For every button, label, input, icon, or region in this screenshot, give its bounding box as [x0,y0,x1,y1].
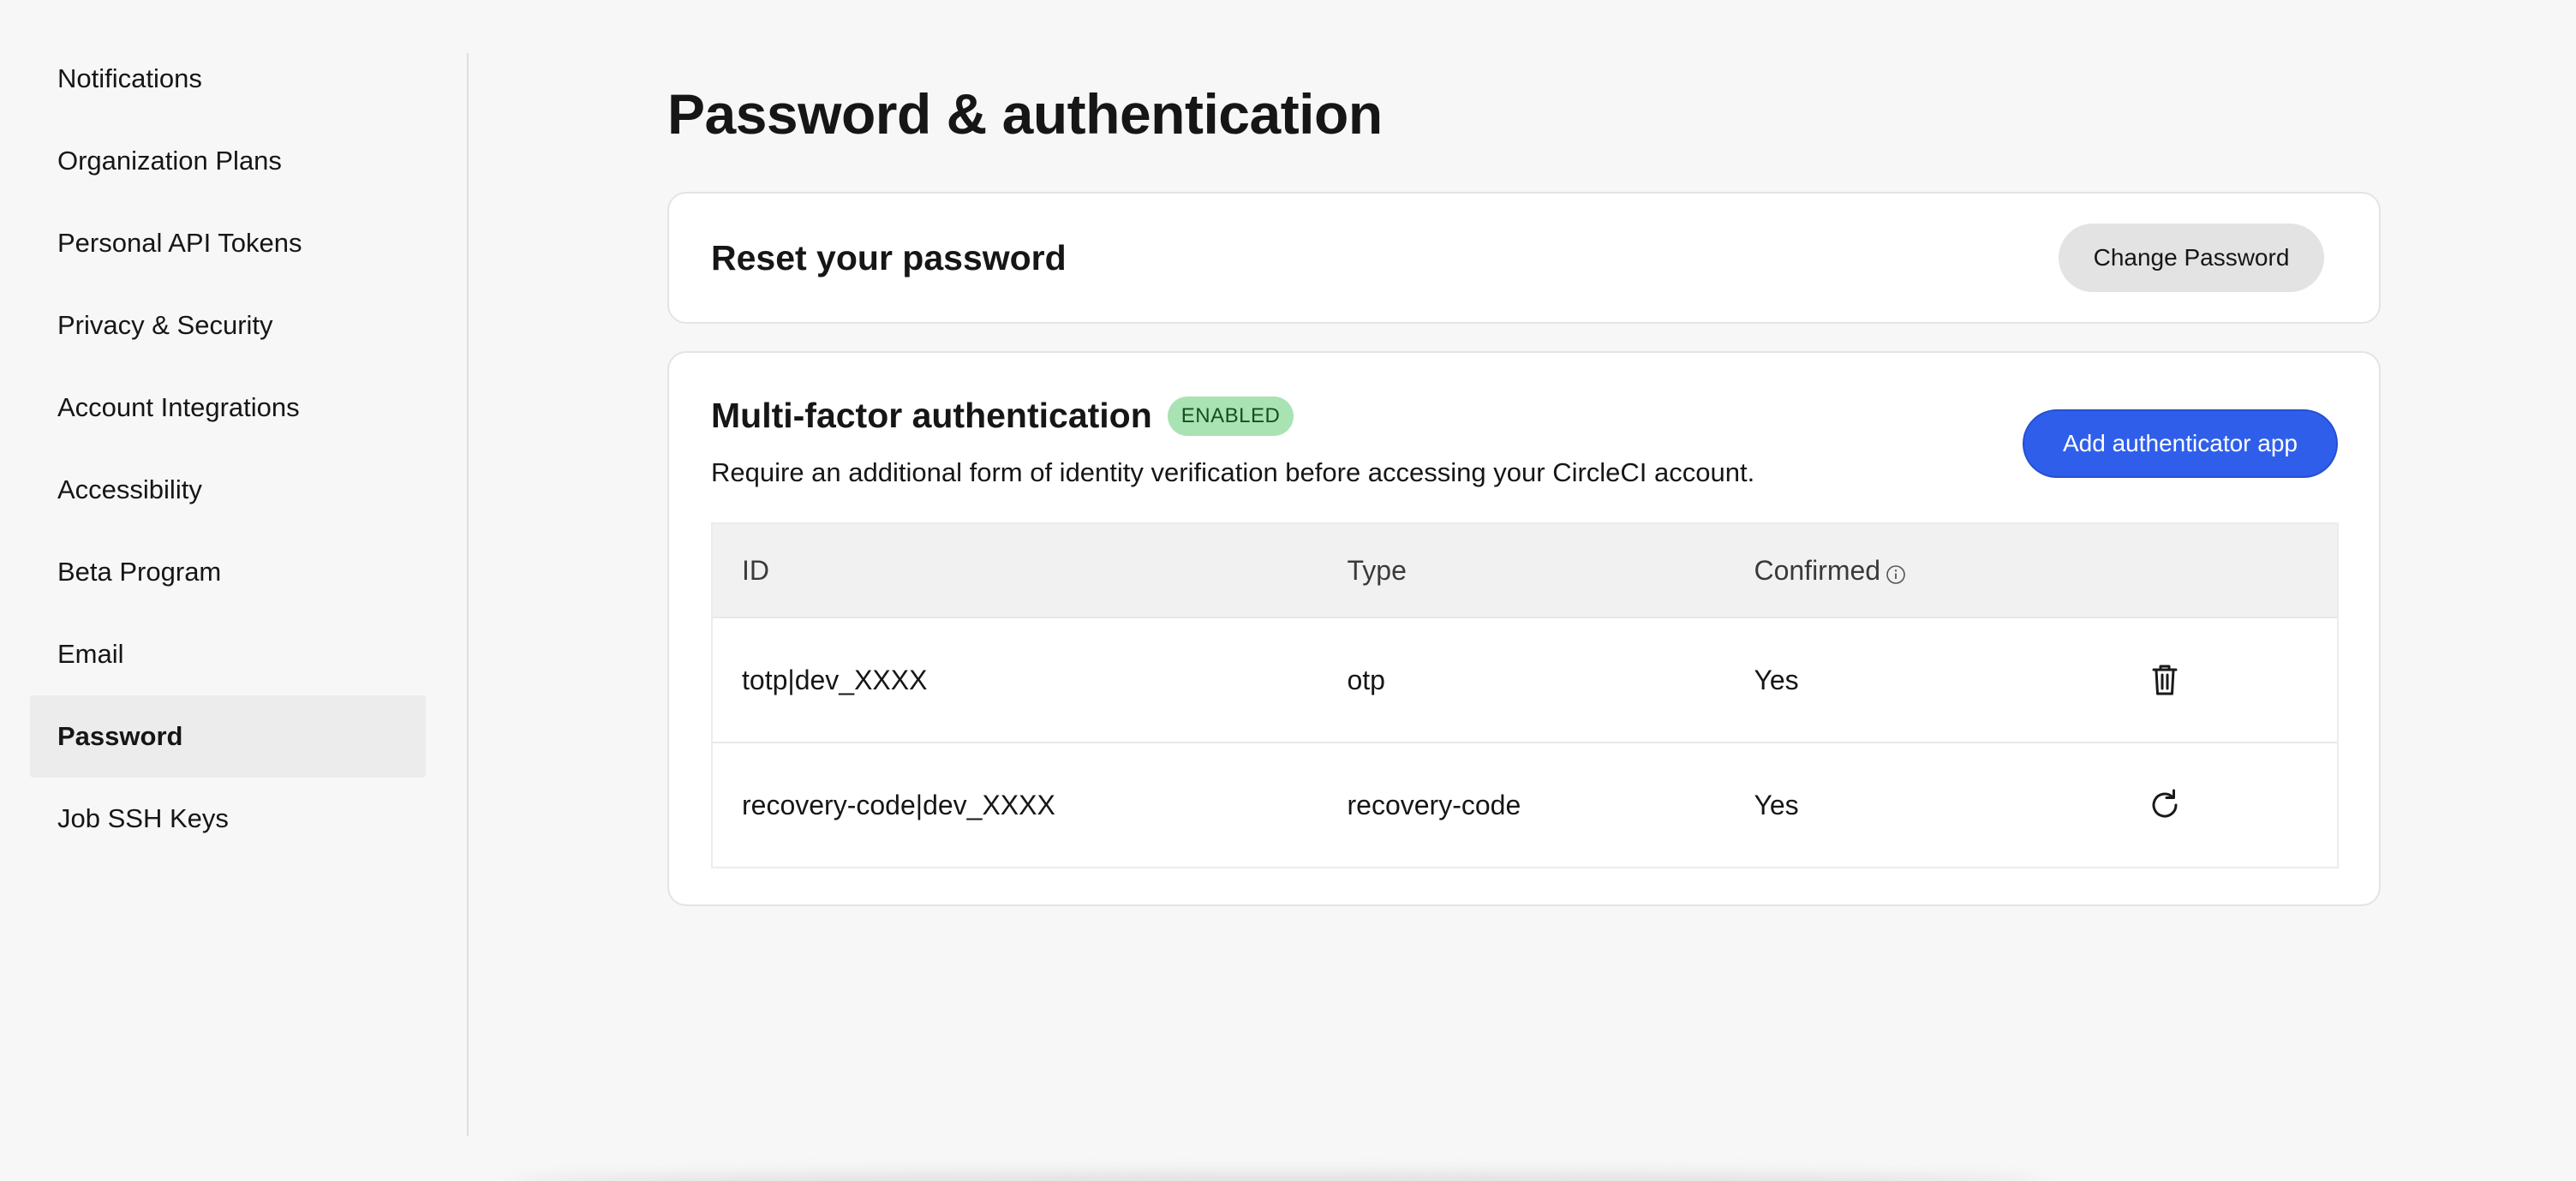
cell-type: otp [1347,664,1385,695]
column-header-confirmed-label: Confirmed [1754,554,1881,586]
sidebar-item-personal-api-tokens[interactable]: Personal API Tokens [30,202,426,284]
mfa-devices-table: ID Type Confirmed totp|dev_XXXX otp Yes … [711,522,2339,868]
cell-confirmed: Yes [1754,664,1799,695]
info-icon[interactable] [1886,560,1906,584]
add-authenticator-app-button[interactable]: Add authenticator app [2023,409,2338,478]
mfa-status-badge: ENABLED [1167,396,1294,436]
sidebar-item-job-ssh-keys[interactable]: Job SSH Keys [30,778,426,860]
page-title: Password & authentication [667,82,1383,146]
change-password-button[interactable]: Change Password [2059,224,2324,292]
mfa-card: Multi-factor authentication ENABLED Requ… [667,351,2381,906]
settings-page: Notifications Organization Plans Persona… [0,0,2576,1181]
bottom-shadow [514,1172,2039,1181]
cell-confirmed: Yes [1754,789,1799,820]
sidebar-item-password[interactable]: Password [30,695,426,778]
sidebar-item-email[interactable]: Email [30,613,426,695]
sidebar-divider [467,53,469,1136]
trash-icon[interactable] [2145,660,2185,700]
refresh-icon[interactable] [2145,785,2185,825]
sidebar-item-notifications[interactable]: Notifications [30,38,426,120]
sidebar-item-accessibility[interactable]: Accessibility [30,449,426,531]
table-header: ID Type Confirmed [713,524,2337,617]
sidebar-item-beta-program[interactable]: Beta Program [30,531,426,613]
cell-id: recovery-code|dev_XXXX [742,789,1055,820]
cell-action [2145,660,2337,700]
reset-password-card: Reset your password Change Password [667,192,2381,324]
mfa-title-row: Multi-factor authentication ENABLED [711,396,1294,436]
mfa-title: Multi-factor authentication [711,396,1152,435]
sidebar-item-organization-plans[interactable]: Organization Plans [30,120,426,202]
sidebar-item-account-integrations[interactable]: Account Integrations [30,367,426,449]
column-header-confirmed: Confirmed [1754,555,2145,587]
cell-action [2145,785,2337,825]
reset-password-title: Reset your password [711,238,1067,277]
cell-id: totp|dev_XXXX [742,664,928,695]
table-row: recovery-code|dev_XXXX recovery-code Yes [713,742,2337,867]
column-header-id: ID [742,554,769,586]
settings-sidebar: Notifications Organization Plans Persona… [30,38,426,860]
mfa-description: Require an additional form of identity v… [711,457,1755,487]
sidebar-item-privacy-security[interactable]: Privacy & Security [30,284,426,367]
column-header-type: Type [1347,554,1407,586]
table-row: totp|dev_XXXX otp Yes [713,617,2337,742]
cell-type: recovery-code [1347,789,1521,820]
